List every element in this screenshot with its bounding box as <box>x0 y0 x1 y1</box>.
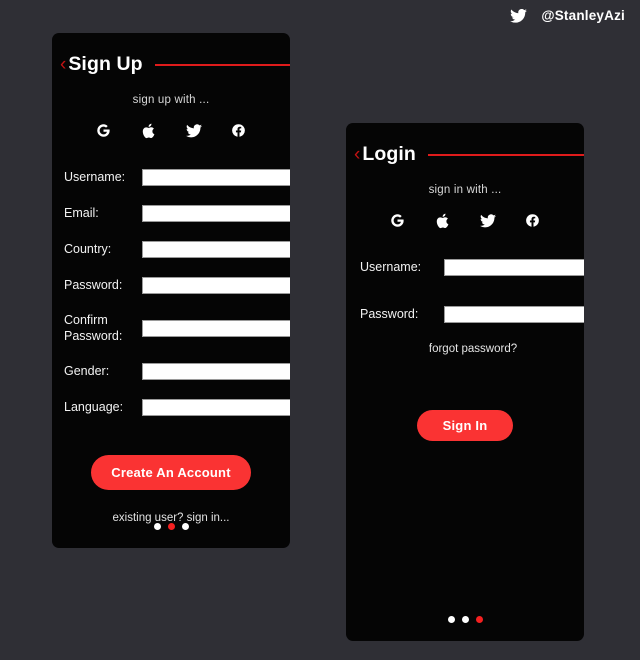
login-field-username: Username: <box>360 259 584 276</box>
twitter-watermark: @StanleyAzi <box>510 8 625 23</box>
login-title: Login <box>362 143 416 165</box>
email-input[interactable] <box>142 205 290 222</box>
signup-card: ‹ Sign Up sign up with ... Username: Ema… <box>52 33 290 548</box>
signup-field-country: Country: <box>64 241 290 258</box>
pager-dot[interactable] <box>181 523 189 530</box>
apple-icon[interactable] <box>140 122 157 139</box>
signup-pager <box>52 523 290 530</box>
pager-dot-active[interactable] <box>167 523 175 530</box>
signup-header: ‹ Sign Up <box>52 33 290 76</box>
signup-field-email: Email: <box>64 205 290 222</box>
login-social-row <box>346 212 584 229</box>
login-password-input[interactable] <box>444 306 584 323</box>
field-label: Country: <box>64 241 112 256</box>
username-input[interactable] <box>142 169 290 186</box>
pager-dot[interactable] <box>153 523 161 530</box>
login-pager <box>346 616 584 623</box>
field-label: Email: <box>64 205 99 220</box>
confirm-password-input[interactable] <box>142 320 290 338</box>
signup-field-language: Language: <box>64 399 290 417</box>
signup-title: Sign Up <box>68 53 143 75</box>
login-header: ‹ Login <box>346 123 584 166</box>
field-label: Language: <box>64 399 124 414</box>
field-label: Username: <box>64 169 126 184</box>
field-label: Confirm Password: <box>64 313 123 343</box>
signup-submit-wrap: Create An Account <box>52 435 290 491</box>
country-input[interactable] <box>142 241 290 258</box>
facebook-icon[interactable] <box>230 122 247 139</box>
language-input[interactable] <box>142 399 290 417</box>
password-input[interactable] <box>142 277 290 294</box>
google-icon[interactable] <box>389 212 406 229</box>
chevron-left-icon[interactable]: ‹ <box>60 55 66 74</box>
twitter-bird-icon <box>510 8 528 23</box>
field-label: Password: <box>64 277 123 292</box>
pager-dot-active[interactable] <box>475 616 483 623</box>
signup-field-username: Username: <box>64 169 290 186</box>
twitter-icon[interactable] <box>479 212 496 229</box>
field-label: Password: <box>360 306 419 321</box>
login-social-label: sign in with ... <box>428 184 502 196</box>
login-field-password: Password: <box>360 306 584 323</box>
login-header-rule <box>427 153 584 156</box>
login-username-input[interactable] <box>444 259 584 276</box>
twitter-handle-text: @StanleyAzi <box>541 8 625 23</box>
signup-header-rule <box>154 63 290 66</box>
twitter-icon[interactable] <box>185 122 202 139</box>
signup-form: Username: Email: Country: Password: Conf… <box>52 169 290 417</box>
pager-dot[interactable] <box>447 616 455 623</box>
chevron-left-icon[interactable]: ‹ <box>354 145 360 164</box>
signup-social-row <box>52 122 290 139</box>
forgot-password-link[interactable]: forgot password? <box>346 343 584 355</box>
facebook-icon[interactable] <box>524 212 541 229</box>
gender-input[interactable] <box>142 363 290 381</box>
apple-icon[interactable] <box>434 212 451 229</box>
login-card: ‹ Login sign in with ... Username: Passw… <box>346 123 584 641</box>
google-icon[interactable] <box>95 122 112 139</box>
field-label: Username: <box>360 259 422 274</box>
login-submit-wrap: Sign In <box>346 355 584 441</box>
field-label: Gender: <box>64 363 110 378</box>
signup-field-password: Password: <box>64 277 290 294</box>
create-account-button[interactable]: Create An Account <box>91 455 251 491</box>
signup-social-label: sign up with ... <box>132 94 210 106</box>
pager-dot[interactable] <box>461 616 469 623</box>
signup-field-gender: Gender: <box>64 363 290 381</box>
signup-field-confirm-password: Confirm Password: <box>64 313 290 344</box>
login-form: Username: Password: <box>346 259 584 323</box>
sign-in-button[interactable]: Sign In <box>416 410 514 441</box>
